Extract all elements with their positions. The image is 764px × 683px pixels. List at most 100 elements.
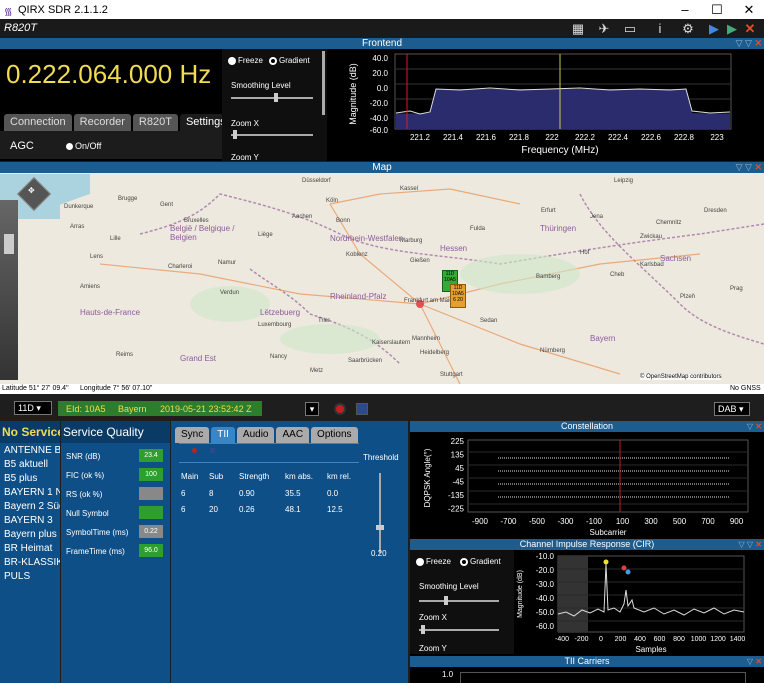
city-label: Luxembourg — [258, 322, 292, 328]
cir-peak-marker[interactable] — [621, 565, 627, 571]
cir-freeze-option[interactable]: Freeze — [416, 557, 451, 566]
record-button[interactable] — [334, 403, 346, 415]
dropdown-button[interactable]: ▾ — [305, 402, 319, 416]
threshold-slider-knob[interactable] — [376, 525, 384, 530]
gradient-option[interactable]: Gradient — [269, 56, 310, 65]
stop-button[interactable] — [356, 403, 368, 415]
stop-icon[interactable]: ✕ — [742, 21, 758, 37]
transmitter-marker[interactable]: 11D 10A5 6 20 — [450, 284, 466, 308]
service-item[interactable]: PULS — [0, 569, 60, 583]
freeze-radio-icon[interactable] — [228, 56, 236, 65]
info-icon[interactable]: i — [652, 21, 668, 37]
play-icon[interactable]: ▶ — [706, 21, 722, 37]
region-label: Sachsen — [660, 254, 692, 263]
satellite-icon[interactable]: ✈ — [596, 21, 612, 37]
gradient-radio-icon[interactable] — [460, 557, 468, 566]
service-item[interactable]: B5 plus — [0, 471, 60, 485]
tii-cell: 0.0 — [327, 489, 339, 498]
city-label: Arras — [70, 224, 85, 230]
smoothing-slider-knob[interactable] — [274, 93, 278, 102]
y-tick: -40.0 — [370, 114, 389, 123]
cir-gradient-option[interactable]: Gradient — [460, 557, 501, 566]
frequency-value[interactable]: 0.222.064.000 Hz — [6, 59, 211, 90]
agc-toggle[interactable]: On/Off — [66, 141, 101, 151]
tab-sync[interactable]: Sync — [175, 427, 210, 443]
datetime-readout: 2019-05-21 23:52:42 Z — [160, 404, 252, 414]
zoom-x-slider[interactable] — [231, 130, 313, 139]
service-item[interactable]: BR-KLASSIK — [0, 555, 60, 569]
axis-tick: -400 — [555, 636, 569, 643]
channel-select[interactable]: 11D ▾ — [14, 401, 52, 415]
panel-controls[interactable]: ▽ ▽ ✕ — [739, 539, 762, 550]
city-label: Kaiserslautern — [372, 340, 411, 346]
service-list: No Service ANTENNE BAYERN B5 aktuell B5 … — [0, 421, 60, 683]
tab-r820t[interactable]: R820T — [132, 114, 178, 131]
service-item[interactable]: BAYERN 1 NBF — [0, 485, 60, 499]
service-item[interactable]: B5 aktuell — [0, 457, 60, 471]
record-play-icon[interactable]: ▶ — [724, 21, 740, 37]
tab-tii[interactable]: TII — [211, 427, 235, 443]
service-item[interactable]: ANTENNE BAYERN — [0, 443, 60, 457]
axis-tick: 500 — [673, 517, 687, 526]
panel-controls[interactable]: ▽ ✕ — [747, 656, 762, 667]
mode-select[interactable]: DAB ▾ — [714, 402, 750, 416]
gradient-label: Gradient — [470, 557, 501, 566]
service-item[interactable]: Bayern plus — [0, 527, 60, 541]
y-tick: -20.0 — [370, 99, 389, 108]
panel-controls[interactable]: ▽ ✕ — [747, 421, 762, 432]
gradient-radio-icon[interactable] — [269, 56, 277, 65]
record-dot-icon[interactable] — [192, 448, 197, 453]
freeze-label: Freeze — [238, 56, 263, 65]
threshold-slider[interactable] — [379, 473, 381, 553]
map-icon[interactable]: ▦ — [570, 21, 586, 37]
slider-knob[interactable] — [421, 625, 425, 634]
zoom-x-slider-knob[interactable] — [233, 130, 237, 139]
tab-audio[interactable]: Audio — [236, 427, 275, 443]
tab-options[interactable]: Options — [311, 427, 358, 443]
map-zoom-slider[interactable] — [0, 200, 18, 380]
city-label: Gießen — [410, 258, 430, 264]
cir-zoom-x-slider[interactable] — [419, 625, 499, 634]
slider-knob[interactable] — [444, 596, 448, 605]
agc-radio-icon[interactable] — [66, 143, 73, 151]
city-label: Frankfurt am Main — [404, 298, 453, 304]
controls-scrollbar[interactable] — [322, 51, 325, 115]
tab-recorder[interactable]: Recorder — [73, 114, 131, 131]
service-item[interactable]: BAYERN 3 — [0, 513, 60, 527]
maximize-button[interactable]: ☐ — [702, 0, 732, 19]
smoothing-slider[interactable] — [231, 93, 313, 102]
map-attribution[interactable]: © OpenStreetMap contributors — [640, 374, 722, 380]
tab-connection[interactable]: Connection — [4, 114, 72, 131]
layout-icon[interactable]: ▭ — [622, 21, 638, 37]
stop-square-icon[interactable] — [210, 448, 215, 453]
tii-cell: 6 — [181, 505, 186, 514]
panel-controls[interactable]: ▽ ▽ ✕ — [736, 38, 762, 49]
freeze-option[interactable]: Freeze — [228, 56, 263, 65]
x-tick: 222.4 — [608, 133, 629, 142]
city-label: Reims — [116, 352, 134, 358]
tab-aac[interactable]: AAC — [276, 427, 310, 443]
freeze-radio-icon[interactable] — [416, 557, 424, 566]
cir-peak-marker[interactable] — [603, 559, 609, 565]
map-view[interactable]: Dunkerque Brugge Gent Bruxelles Lille Ar… — [0, 174, 764, 384]
tii-cell: 12.5 — [327, 505, 343, 514]
tii-column-header: km rel. — [327, 472, 351, 481]
minimize-button[interactable]: – — [670, 0, 700, 19]
close-window-button[interactable]: ✕ — [734, 0, 764, 19]
tii-carriers-title: TII Carriers — [564, 656, 610, 666]
city-label: Lens — [90, 254, 104, 260]
tii-column-header: km abs. — [285, 472, 314, 481]
city-label: Jena — [590, 214, 604, 220]
cir-smoothing-slider[interactable] — [419, 596, 499, 605]
gear-icon[interactable]: ⚙ — [680, 21, 696, 37]
service-item[interactable]: Bayern 2 Süd — [0, 499, 60, 513]
constellation-header: Constellation ▽ ✕ — [410, 421, 764, 432]
service-item[interactable]: BR Heimat — [0, 541, 60, 555]
city-label: Bonn — [336, 218, 351, 224]
cir-peak-marker[interactable] — [625, 569, 631, 575]
map-zoom-knob[interactable] — [4, 234, 14, 254]
region-label: Bayern — [590, 334, 616, 343]
axis-tick: 1000 — [691, 636, 707, 643]
panel-controls[interactable]: ▽ ▽ ✕ — [736, 162, 762, 173]
axis-tick: -500 — [529, 517, 546, 526]
